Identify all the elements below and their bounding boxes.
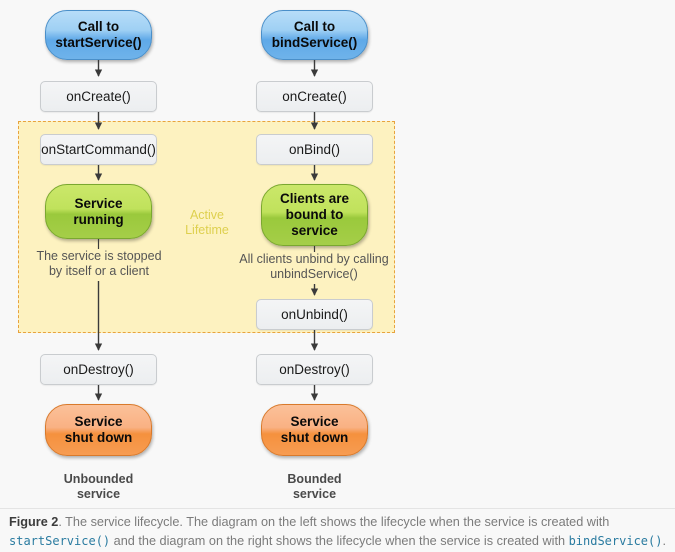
service-lifecycle-figure: Active Lifetime Call to startService() o… xyxy=(0,0,675,552)
node-on-unbind: onUnbind() xyxy=(256,299,373,330)
node-on-bind-label: onBind() xyxy=(288,142,341,157)
node-clients-bound-line2: bound to xyxy=(285,207,344,222)
figure-caption-text2: and the diagram on the right shows the l… xyxy=(110,534,569,548)
node-left-service-shut-down: Service shut down xyxy=(45,404,152,456)
node-on-unbind-label: onUnbind() xyxy=(281,307,348,322)
node-service-running-line2: running xyxy=(73,211,124,227)
node-right-on-create: onCreate() xyxy=(256,81,373,112)
active-lifetime-label-line1: Active xyxy=(189,208,225,222)
figure-caption-text1: . The service lifecycle. The diagram on … xyxy=(58,515,610,529)
node-service-running: Service running xyxy=(45,184,152,239)
node-start-service-call-line1: Call to xyxy=(77,19,120,34)
node-on-bind: onBind() xyxy=(256,134,373,165)
annotation-clients-unbind-line1: All clients unbind by calling xyxy=(239,252,389,266)
node-clients-bound-to-service: Clients are bound to service xyxy=(261,184,368,246)
node-bind-service-call: Call to bindService() xyxy=(261,10,368,60)
column-label-unbounded: Unbounded service xyxy=(38,472,159,502)
annotation-service-stopped: The service is stopped by itself or a cl… xyxy=(18,249,180,279)
figure-caption: Figure 2. The service lifecycle. The dia… xyxy=(9,513,669,551)
annotation-clients-unbind-line2: unbindService() xyxy=(270,267,358,281)
annotation-clients-unbind: All clients unbind by calling unbindServ… xyxy=(228,252,400,282)
annotation-service-stopped-line1: The service is stopped xyxy=(36,249,162,263)
node-right-on-create-label: onCreate() xyxy=(282,89,347,104)
node-start-service-call: Call to startService() xyxy=(45,10,152,60)
column-label-unbounded-line1: Unbounded xyxy=(63,472,134,486)
node-service-running-line1: Service xyxy=(74,195,123,211)
figure-caption-text3: . xyxy=(662,534,667,548)
column-label-unbounded-line2: service xyxy=(76,487,121,501)
node-left-on-create-label: onCreate() xyxy=(66,89,131,104)
node-left-service-shut-down-line2: shut down xyxy=(64,430,133,445)
node-right-service-shut-down-line1: Service xyxy=(290,414,339,429)
node-on-start-command-label: onStartCommand() xyxy=(41,142,156,157)
node-on-start-command: onStartCommand() xyxy=(40,134,157,165)
node-left-service-shut-down-line1: Service xyxy=(74,414,123,429)
node-clients-bound-line3: service xyxy=(291,223,338,238)
node-start-service-call-line2: startService() xyxy=(55,35,142,50)
node-right-on-destroy: onDestroy() xyxy=(256,354,373,385)
active-lifetime-label-line2: Lifetime xyxy=(185,223,229,237)
node-right-service-shut-down-line2: shut down xyxy=(280,430,349,445)
node-right-service-shut-down: Service shut down xyxy=(261,404,368,456)
node-left-on-create: onCreate() xyxy=(40,81,157,112)
figure-caption-code-start-service: startService() xyxy=(9,534,111,548)
node-clients-bound-line1: Clients are xyxy=(279,191,350,206)
node-bind-service-call-line2: bindService() xyxy=(271,35,358,50)
node-left-on-destroy-label: onDestroy() xyxy=(63,362,134,377)
annotation-service-stopped-line2: by itself or a client xyxy=(48,264,150,278)
figure-caption-label: Figure 2 xyxy=(9,515,59,529)
node-left-on-destroy: onDestroy() xyxy=(40,354,157,385)
column-label-bounded-line1: Bounded xyxy=(287,472,342,486)
node-bind-service-call-line1: Call to xyxy=(293,19,336,34)
node-right-on-destroy-label: onDestroy() xyxy=(279,362,350,377)
active-lifetime-label: Active Lifetime xyxy=(170,208,244,238)
caption-divider xyxy=(0,508,675,509)
column-label-bounded-line2: service xyxy=(292,487,337,501)
figure-caption-code-bind-service: bindService() xyxy=(568,534,663,548)
column-label-bounded: Bounded service xyxy=(254,472,375,502)
